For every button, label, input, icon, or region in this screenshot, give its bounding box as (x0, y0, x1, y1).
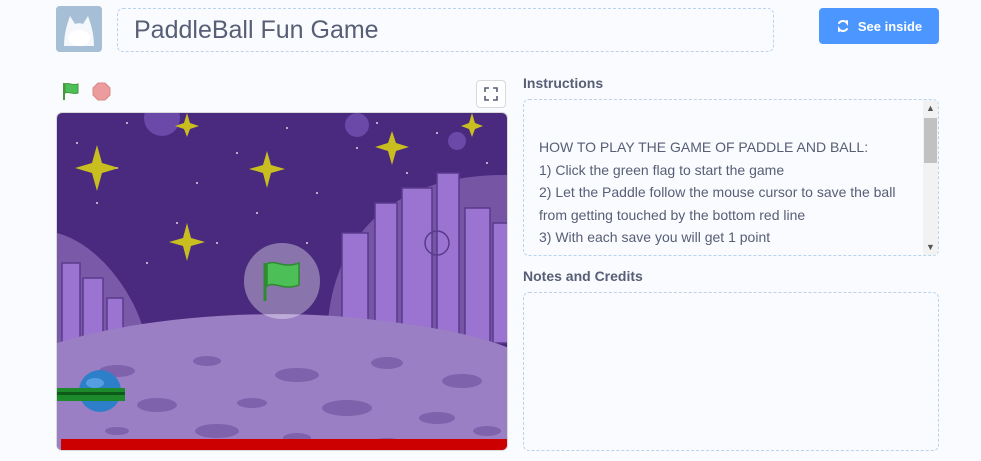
scroll-down-icon[interactable]: ▼ (923, 239, 938, 255)
stop-button[interactable] (92, 82, 111, 101)
notes-field[interactable] (523, 292, 939, 451)
bottom-red-line (61, 439, 507, 450)
see-inside-label: See inside (857, 18, 923, 34)
green-flag-button[interactable] (60, 80, 82, 102)
project-title: PaddleBall Fun Game (134, 15, 379, 44)
scroll-thumb[interactable] (924, 118, 937, 163)
remix-icon (837, 20, 848, 32)
project-header: PaddleBall Fun Game See inside (0, 0, 981, 60)
fullscreen-button[interactable] (476, 80, 506, 108)
start-flag-overlay[interactable] (244, 243, 320, 319)
project-title-field[interactable]: PaddleBall Fun Game (117, 8, 774, 52)
game-stage[interactable] (56, 112, 508, 451)
moon (345, 113, 369, 137)
instructions-field[interactable]: HOW TO PLAY THE GAME OF PADDLE AND BALL:… (523, 99, 939, 256)
stop-icon (92, 82, 111, 101)
fullscreen-icon (484, 87, 498, 101)
see-inside-button[interactable]: See inside (819, 8, 939, 44)
green-flag-icon (63, 82, 79, 100)
scroll-up-icon[interactable]: ▲ (923, 100, 938, 116)
instructions-text: HOW TO PLAY THE GAME OF PADDLE AND BALL:… (539, 139, 896, 255)
moon (448, 132, 466, 150)
instructions-scrollbar[interactable]: ▲ ▼ (923, 100, 938, 255)
notes-label: Notes and Credits (523, 268, 643, 284)
instructions-label: Instructions (523, 75, 604, 91)
cat-avatar-icon[interactable] (56, 6, 102, 52)
stage-controls (56, 78, 508, 108)
